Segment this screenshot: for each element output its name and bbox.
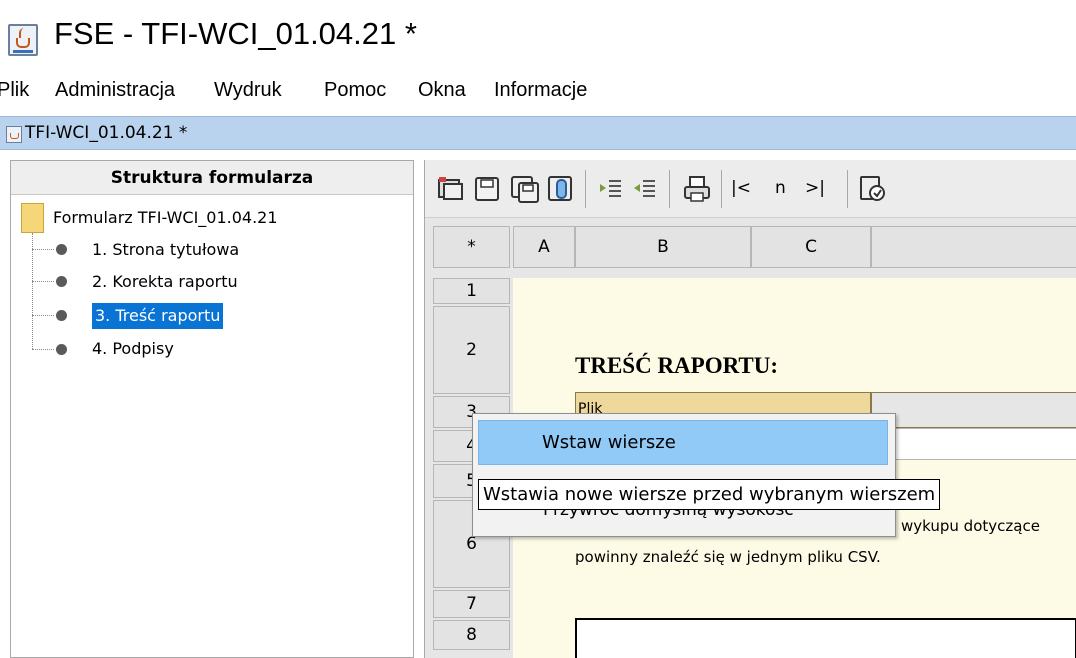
nav-last-button[interactable]: >| [805, 178, 825, 198]
tree-connector [32, 233, 33, 349]
folder-icon [21, 203, 44, 233]
attach-icon[interactable] [545, 173, 577, 205]
row8-input-box[interactable] [575, 618, 1076, 658]
toolbar-separator [669, 170, 670, 208]
outdent-icon[interactable] [629, 173, 661, 205]
tree-node-bullet-icon [56, 244, 67, 255]
window-title-bar: FSE - TFI-WCI_01.04.21 * [0, 0, 1076, 76]
row6-text-line2: powinny znaleźć się w jednym pliku CSV. [575, 548, 881, 566]
tree-item-strona-tytulowa[interactable]: 1. Strona tytułowa [92, 240, 239, 259]
menu-plik[interactable]: Plik [0, 79, 29, 102]
menu-wydruk[interactable]: Wydruk [214, 79, 282, 102]
section-title: TREŚĆ RAPORTU: [575, 353, 779, 378]
java-frame-icon [6, 126, 22, 143]
tree-connector [32, 249, 54, 250]
open-icon[interactable] [435, 173, 467, 205]
corner-select-all[interactable]: * [433, 226, 510, 268]
form-structure-panel: Struktura formularza Formularz TFI-WCI_0… [10, 160, 414, 658]
toolbar-separator [721, 170, 722, 208]
internal-frame-title: TFI-WCI_01.04.21 * [25, 123, 188, 143]
column-header-row: * A B C [425, 226, 1076, 268]
validate-icon[interactable] [857, 173, 889, 205]
save-icon[interactable] [471, 173, 503, 205]
toolbar-separator [585, 170, 586, 208]
form-editor-panel: |< n >| * A B C TREŚĆ RAPORTU: Plik wyku… [424, 160, 1076, 658]
tree-connector [32, 349, 54, 350]
form-structure-header: Struktura formularza [11, 161, 413, 195]
row6-text-right: wykupu dotyczące [901, 517, 1040, 535]
tooltip: Wstawia nowe wiersze przed wybranym wier… [478, 479, 941, 510]
java-app-icon [8, 24, 38, 56]
nav-first-button[interactable]: |< [731, 178, 751, 198]
menu-administracja[interactable]: Administracja [55, 79, 175, 102]
save-as-icon[interactable] [509, 173, 541, 205]
menu-okna[interactable]: Okna [418, 79, 466, 102]
cell-row4-value[interactable] [871, 428, 1076, 460]
tree-node-bullet-icon [56, 276, 67, 287]
context-menu: Wstaw wiersze Przywróć domyślną wysokość [472, 413, 896, 537]
cell-plik-value[interactable] [871, 392, 1076, 428]
app-window: FSE - TFI-WCI_01.04.21 * Plik Administra… [0, 0, 1076, 658]
row-header-7[interactable]: 7 [433, 590, 510, 618]
indent-icon[interactable] [595, 173, 627, 205]
toolbar: |< n >| [425, 160, 1076, 218]
tree-item-korekta-raportu[interactable]: 2. Korekta raportu [92, 272, 238, 291]
window-title: FSE - TFI-WCI_01.04.21 * [54, 16, 417, 51]
internal-frame-title-bar[interactable]: TFI-WCI_01.04.21 * [0, 116, 1076, 150]
tree-node-bullet-icon [56, 344, 67, 355]
tree-item-tresc-raportu[interactable]: 3. Treść raportu [92, 303, 224, 329]
row-header-1[interactable]: 1 [433, 278, 510, 304]
nav-page-button[interactable]: n [775, 178, 786, 198]
menu-pomoc[interactable]: Pomoc [324, 79, 386, 102]
tree-connector [32, 315, 54, 316]
menu-informacje[interactable]: Informacje [494, 79, 587, 102]
row-header-8[interactable]: 8 [433, 620, 510, 650]
tree-connector [32, 281, 54, 282]
column-header-d[interactable] [871, 226, 1076, 268]
column-header-b[interactable]: B [575, 226, 751, 268]
column-header-a[interactable]: A [513, 226, 575, 268]
tree-item-podpisy[interactable]: 4. Podpisy [92, 339, 174, 358]
tree-root-label[interactable]: Formularz TFI-WCI_01.04.21 [53, 208, 278, 227]
menu-bar: Plik Administracja Wydruk Pomoc Okna Inf… [0, 76, 1076, 106]
toolbar-separator [847, 170, 848, 208]
print-icon[interactable] [681, 173, 713, 205]
tree-node-bullet-icon [56, 310, 67, 321]
column-header-c[interactable]: C [751, 226, 871, 268]
menu-item-insert-rows[interactable]: Wstaw wiersze [478, 420, 888, 465]
row-header-2[interactable]: 2 [433, 306, 510, 394]
